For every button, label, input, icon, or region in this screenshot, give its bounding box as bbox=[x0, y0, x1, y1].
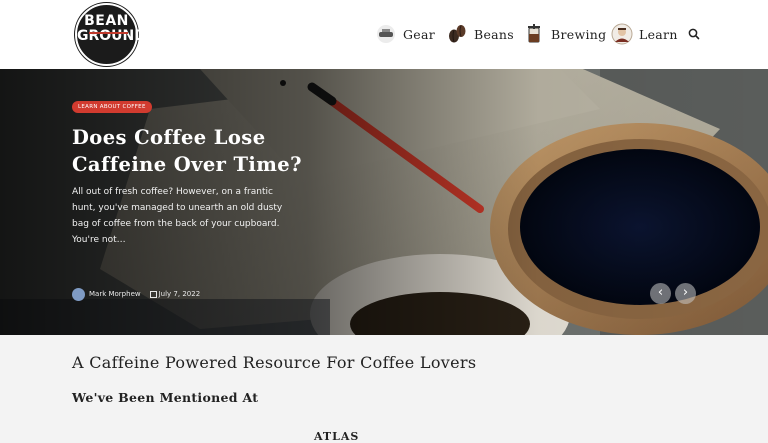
nav-item-learn[interactable]: Learn bbox=[611, 23, 678, 45]
author-avatar bbox=[72, 287, 85, 301]
nav-label-learn: Learn bbox=[639, 26, 678, 42]
site-logo[interactable]: BEAN GROUND bbox=[75, 3, 146, 66]
hero-excerpt: All out of fresh coffee? However, on a f… bbox=[72, 187, 283, 245]
press-logo-atlas: ATLAS bbox=[314, 430, 360, 443]
author-name[interactable]: Mark Morphew bbox=[89, 290, 141, 298]
search-icon[interactable] bbox=[687, 27, 701, 41]
mentioned-heading: We've Been Mentioned At bbox=[72, 390, 259, 405]
nav-label-gear: Gear bbox=[403, 26, 436, 42]
coffee-beans-icon bbox=[449, 25, 466, 43]
nav-item-gear[interactable]: Gear bbox=[375, 23, 435, 45]
post-meta: Mark Morphew July 7, 2022 bbox=[72, 287, 200, 301]
site-header: BEAN GROUND Gear Beans Brewing Learn bbox=[0, 0, 768, 69]
post-date: July 7, 2022 bbox=[158, 290, 201, 298]
nav-label-beans: Beans bbox=[474, 26, 515, 42]
slider-prev-button[interactable]: ‹ bbox=[650, 283, 671, 304]
nav-label-brewing: Brewing bbox=[551, 26, 607, 42]
barista-icon bbox=[611, 23, 633, 45]
grinder-icon bbox=[377, 25, 395, 43]
nav-item-brewing[interactable]: Brewing bbox=[523, 23, 606, 45]
calendar-icon bbox=[149, 290, 157, 298]
hero-title[interactable]: Does Coffee Lose Caffeine Over Time? bbox=[72, 124, 332, 178]
slider-next-button[interactable]: › bbox=[675, 283, 696, 304]
french-press-icon bbox=[528, 24, 540, 43]
main-content: A Caffeine Powered Resource For Coffee L… bbox=[0, 335, 768, 443]
category-badge[interactable]: Learn About Coffee bbox=[72, 101, 152, 113]
hero-slider: Learn About Coffee Does Coffee Lose Caff… bbox=[0, 69, 768, 335]
site-tagline: A Caffeine Powered Resource For Coffee L… bbox=[72, 353, 477, 372]
nav-item-beans[interactable]: Beans bbox=[446, 23, 514, 45]
logo-divider bbox=[89, 32, 128, 34]
logo-text-top: BEAN bbox=[84, 13, 129, 29]
